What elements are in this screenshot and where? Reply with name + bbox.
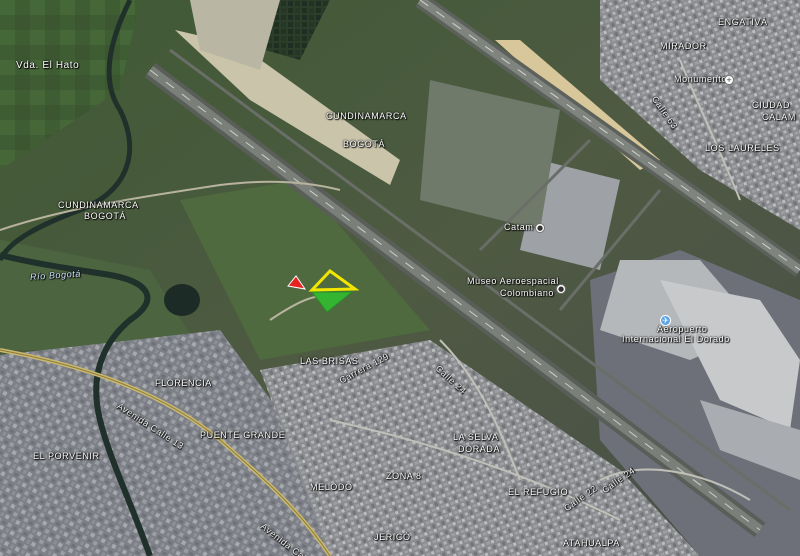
la-selva-dorada-label-1: LA SELVA — [453, 432, 499, 442]
museum-poi-icon[interactable]: ● — [556, 284, 566, 294]
los-laureles-label: LOS LAURELES — [705, 143, 780, 153]
monumento-label: Monumento — [674, 74, 727, 84]
atahualpa-label: ATAHUALPA — [563, 538, 620, 548]
bogota-top-label: BOGOTÁ — [343, 139, 386, 149]
calamar-label: CALAM — [762, 112, 797, 122]
la-selva-dorada-label-2: DORADA — [458, 444, 501, 454]
catam-poi-icon[interactable]: ● — [535, 223, 545, 233]
bogota-left-label: BOGOTÁ — [84, 211, 127, 221]
cundinamarca-left-label: CUNDINAMARCA — [58, 200, 139, 210]
cundinamarca-top-label: CUNDINAMARCA — [326, 111, 407, 121]
melodo-label: MELODO — [310, 482, 353, 492]
vda-el-hato-label: Vda. El Hato — [16, 60, 80, 71]
ciudadela-label: CIUDAD — [752, 100, 791, 110]
puente-grande-label: PUENTE GRANDE — [200, 430, 286, 440]
aeropuerto-label-line1: Aeropuerto — [657, 324, 708, 334]
zona-8-label: ZONA 8 — [386, 471, 422, 481]
florencia-label: FLORENCIA — [155, 378, 212, 388]
museo-label-line1: Museo Aeroespacial — [467, 276, 559, 286]
aeropuerto-label-line2: Internacional El Dorado — [622, 334, 730, 344]
mirador-label: MIRADOR — [660, 41, 707, 51]
jerico-label: JERICÓ — [374, 532, 411, 542]
engativa-label: ENGATIVÁ — [718, 17, 768, 27]
el-refugio-label: EL REFUGIO — [508, 487, 569, 497]
las-brisas-label: LAS BRISAS — [300, 356, 359, 366]
catam-label: Catam — [504, 222, 534, 232]
satellite-map[interactable]: Vda. El Hato CUNDINAMARCA BOGOTÁ CUNDINA… — [0, 0, 800, 556]
monument-poi-icon[interactable]: + — [724, 75, 734, 85]
el-porvenir-label: EL PORVENIR — [33, 451, 100, 461]
museo-label-line2: Colombiano — [500, 288, 555, 298]
